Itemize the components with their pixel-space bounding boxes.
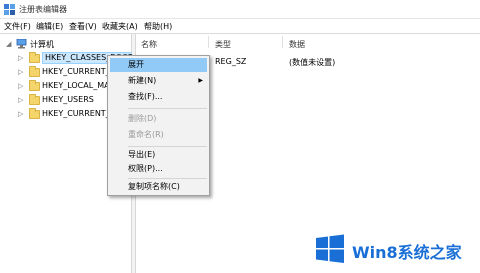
menu-item-expand[interactable]: 展开 [110, 58, 207, 72]
tree-item-label: HKEY_CURRENT_U [42, 67, 116, 76]
tree-item-label: HKEY_CURRENT_C [42, 109, 116, 118]
menu-item-new[interactable]: 新建(N) ▶ [110, 74, 207, 88]
column-header-type[interactable]: 类型 [215, 39, 231, 50]
menu-item-export[interactable]: 导出(E) [110, 148, 207, 162]
folder-icon [29, 94, 40, 105]
menu-help[interactable]: 帮助(H) [144, 21, 172, 32]
computer-icon [16, 39, 27, 49]
collapse-icon[interactable]: ◢ [6, 40, 14, 48]
column-header-name[interactable]: 名称 [141, 39, 157, 50]
menu-bar: 文件(F) 编辑(E) 查看(V) 收藏夹(A) 帮助(H) [0, 19, 480, 34]
menu-item-permissions[interactable]: 权限(P)... [110, 162, 207, 176]
menu-item-find[interactable]: 查找(F)... [110, 90, 207, 104]
value-data-cell[interactable]: (数值未设置) [289, 57, 335, 68]
context-menu: 展开 新建(N) ▶ 查找(F)... 删除(D) 重命名(R) 导出(E) 权… [107, 55, 210, 196]
menu-separator [128, 108, 207, 109]
menu-separator [128, 178, 207, 179]
menu-edit[interactable]: 编辑(E) [36, 21, 63, 32]
expand-icon[interactable]: ▷ [18, 110, 26, 118]
value-type-cell[interactable]: REG_SZ [215, 57, 246, 66]
folder-icon [29, 108, 40, 119]
expand-icon[interactable]: ▷ [18, 96, 26, 104]
expand-icon[interactable]: ▷ [18, 54, 26, 62]
submenu-arrow-icon: ▶ [198, 77, 203, 84]
watermark: Win8系统之家 [314, 230, 478, 270]
column-divider[interactable] [208, 36, 209, 48]
menu-item-delete: 删除(D) [128, 114, 157, 123]
menu-favorites[interactable]: 收藏夹(A) [102, 21, 138, 32]
folder-icon [29, 80, 40, 91]
tree-item-label: HKEY_USERS [42, 95, 94, 104]
tree-root-label: 计算机 [30, 40, 54, 49]
window-title: 注册表编辑器 [19, 5, 67, 14]
tree-item-label: HKEY_LOCAL_MAC [42, 81, 116, 90]
watermark-text: Win8系统之家 [352, 243, 462, 262]
folder-icon [29, 52, 40, 63]
windows-logo-icon [316, 234, 344, 263]
title-bar: 注册表编辑器 [0, 0, 480, 19]
column-header-data[interactable]: 数据 [289, 39, 305, 50]
menu-separator [128, 146, 207, 147]
tree-root[interactable]: ◢ 计算机 [6, 38, 126, 51]
menu-file[interactable]: 文件(F) [4, 21, 31, 32]
folder-icon [29, 66, 40, 77]
expand-icon[interactable]: ▷ [18, 68, 26, 76]
menu-view[interactable]: 查看(V) [69, 21, 97, 32]
column-divider[interactable] [282, 36, 283, 48]
menu-item-copy-key-name[interactable]: 复制项名称(C) [110, 180, 207, 194]
registry-editor-icon [4, 4, 15, 15]
expand-icon[interactable]: ▷ [18, 82, 26, 90]
menu-item-new-label: 新建(N) [128, 76, 157, 85]
menu-item-rename: 重命名(R) [128, 130, 164, 139]
